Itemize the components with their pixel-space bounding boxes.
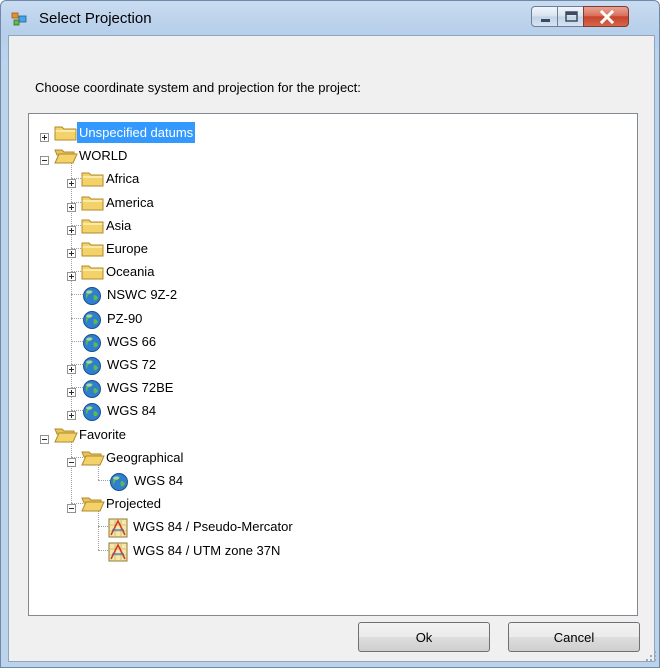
tree-node-asia[interactable]: Asia	[29, 215, 629, 236]
projection-tree[interactable]: Unspecified datums WORLD Africa America Asia…	[28, 113, 638, 616]
window-title: Select Projection	[39, 10, 152, 27]
expand-icon[interactable]	[67, 243, 76, 258]
collapse-icon[interactable]	[67, 498, 76, 514]
tree-node-label: NSWC 9Z-2	[107, 287, 178, 303]
tree-node-fav-wgs84[interactable]: WGS 84	[29, 470, 629, 491]
close-icon	[599, 9, 615, 25]
projection-map-icon	[108, 542, 128, 568]
tree-node-oceania[interactable]: Oceania	[29, 261, 629, 282]
tree-node-wgs72[interactable]: WGS 72	[29, 354, 629, 375]
minimize-icon	[541, 19, 550, 22]
tree-node-label: WORLD	[79, 148, 128, 164]
maximize-icon	[565, 11, 578, 22]
tree-node-label: Europe	[106, 241, 148, 256]
expand-icon[interactable]	[67, 220, 76, 235]
ok-button[interactable]: Ok	[358, 622, 490, 652]
tree-node-label: WGS 66	[107, 333, 157, 349]
tree-node-world[interactable]: WORLD	[29, 145, 629, 166]
title-bar[interactable]: Select Projection	[1, 1, 659, 35]
tree-node-label: Asia	[106, 217, 132, 233]
tree-node-label: WGS 84 / UTM zone 37N	[133, 542, 281, 558]
minimize-button[interactable]	[531, 6, 558, 27]
tree-node-america[interactable]: America	[29, 192, 629, 213]
tree-node-nswc[interactable]: NSWC 9Z-2	[29, 284, 629, 306]
tree-node-label: Favorite	[79, 426, 126, 442]
maximize-button[interactable]	[557, 6, 584, 27]
expand-icon[interactable]	[67, 405, 76, 421]
tree-node-label: Unspecified datums	[77, 122, 196, 143]
tree-node-wgs84[interactable]: WGS 84	[29, 400, 629, 422]
tree-node-label: Oceania	[106, 264, 155, 280]
expand-icon[interactable]	[67, 173, 76, 189]
tree-node-geographical[interactable]: Geographical	[29, 447, 629, 468]
tree-node-label: Africa	[106, 171, 140, 187]
tree-node-label: Projected	[106, 496, 161, 512]
tree-node-projected[interactable]: Projected	[29, 493, 629, 514]
tree-node-utm37n[interactable]: WGS 84 / UTM zone 37N	[29, 540, 629, 562]
expand-icon[interactable]	[67, 382, 76, 398]
tree-node-label: WGS 72BE	[107, 380, 174, 396]
app-icon	[11, 12, 27, 26]
tree-node-unspecified[interactable]: Unspecified datums	[29, 122, 629, 143]
tree-node-label: PZ-90	[107, 310, 143, 326]
tree-node-favorite[interactable]: Favorite	[29, 424, 629, 445]
collapse-icon[interactable]	[67, 452, 76, 467]
tree-node-label: Geographical	[106, 449, 184, 465]
tree-node-africa[interactable]: Africa	[29, 168, 629, 189]
tree-node-pseudo-mercator[interactable]: WGS 84 / Pseudo-Mercator	[29, 516, 629, 538]
collapse-icon[interactable]	[40, 429, 49, 444]
expand-icon[interactable]	[40, 127, 49, 142]
expand-icon[interactable]	[67, 197, 76, 212]
cancel-button[interactable]: Cancel	[508, 622, 640, 652]
tree-node-label: WGS 72	[107, 357, 157, 372]
instruction-label: Choose coordinate system and projection …	[35, 80, 361, 95]
tree-node-label: WGS 84	[107, 403, 157, 419]
expand-icon[interactable]	[67, 359, 76, 374]
resize-grip-icon[interactable]	[645, 650, 657, 662]
tree-node-label: WGS 84 / Pseudo-Mercator	[133, 519, 293, 535]
close-button[interactable]	[583, 6, 629, 27]
tree-node-label: WGS 84	[134, 473, 184, 488]
tree-node-pz90[interactable]: PZ-90	[29, 308, 629, 329]
tree-node-label: America	[106, 194, 154, 210]
tree-node-wgs72be[interactable]: WGS 72BE	[29, 377, 629, 399]
tree-node-wgs66[interactable]: WGS 66	[29, 331, 629, 352]
expand-icon[interactable]	[67, 266, 76, 282]
tree-node-europe[interactable]: Europe	[29, 238, 629, 259]
collapse-icon[interactable]	[40, 150, 49, 166]
